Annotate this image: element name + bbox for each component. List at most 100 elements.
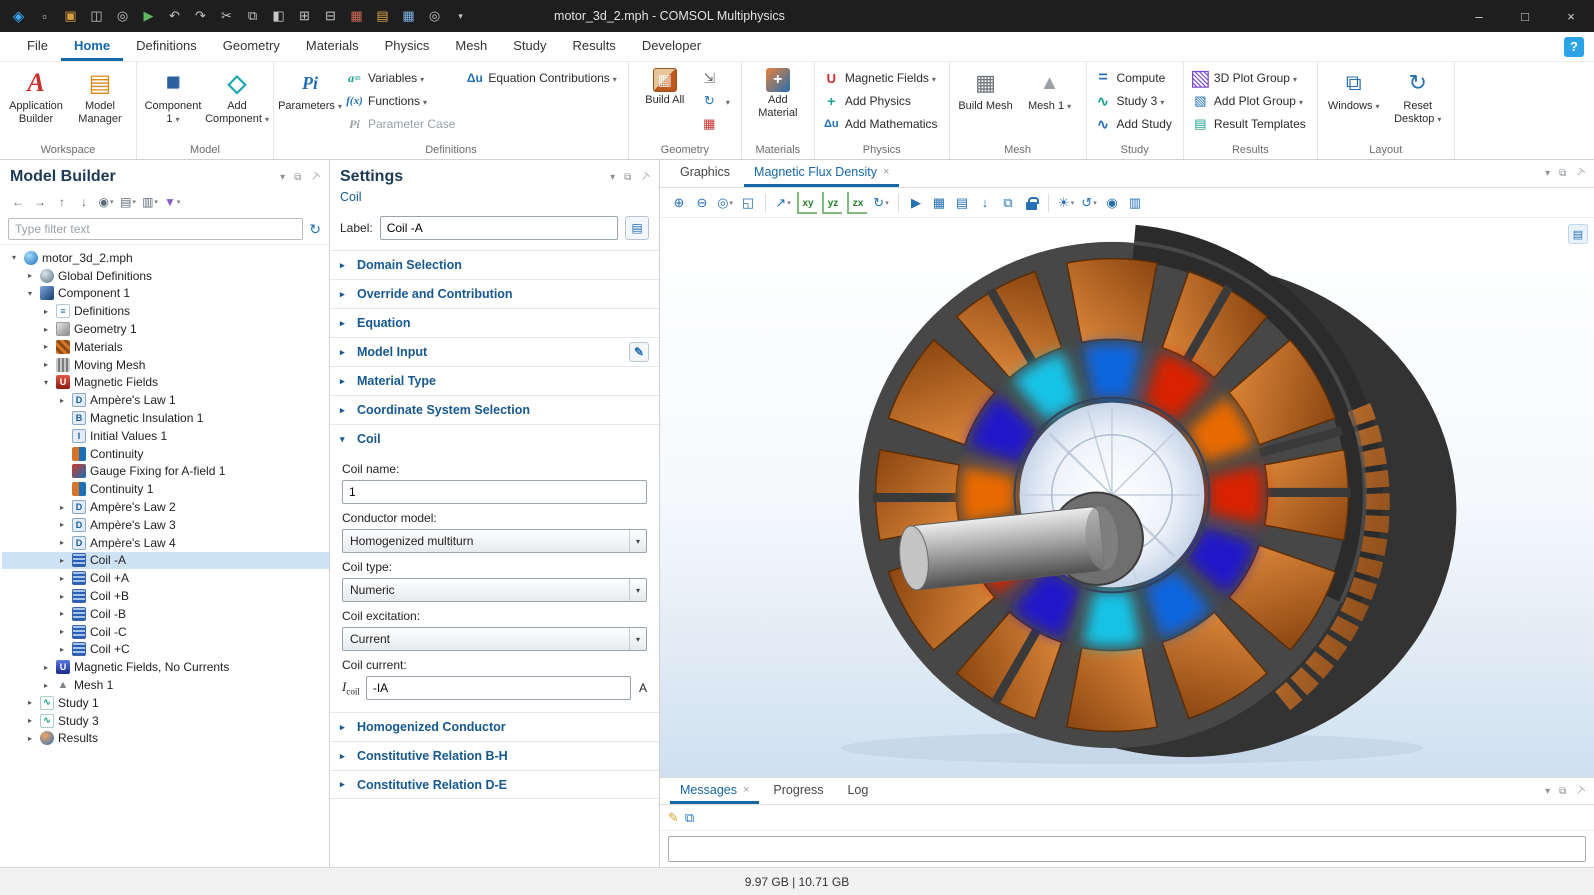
tree-item-mesh-1[interactable]: Mesh 1 <box>2 676 329 694</box>
columns-icon[interactable]: ▥▾ <box>140 192 160 212</box>
pin-panel-icon[interactable] <box>310 172 319 183</box>
tree-item-amperes-law-3[interactable]: Ampère's Law 3 <box>2 516 329 534</box>
edit-model-inputs-icon[interactable]: ✎ <box>629 342 649 362</box>
pin-panel-icon[interactable] <box>1575 168 1584 179</box>
print-icon[interactable]: ▥ <box>1124 192 1146 214</box>
view-xy-button[interactable]: xy <box>797 192 817 214</box>
tree-expander[interactable] <box>40 378 52 387</box>
rotate-view-icon[interactable]: ↻▾ <box>870 192 892 214</box>
study-3-button[interactable]: Study 3 <box>1092 90 1178 112</box>
tree-item-initial-values-1[interactable]: Initial Values 1 <box>2 427 329 445</box>
tree-item-continuity[interactable]: Continuity <box>2 445 329 463</box>
tree-item-amperes-law-1[interactable]: Ampère's Law 1 <box>2 391 329 409</box>
tab-home[interactable]: Home <box>61 32 123 61</box>
coil-type-select[interactable]: Numeric <box>342 578 647 602</box>
add-mathematics-button[interactable]: Add Mathematics <box>820 113 944 135</box>
tree-item-global-definitions[interactable]: Global Definitions <box>2 267 329 285</box>
camera-snapshot-icon[interactable]: ◉ <box>1101 192 1123 214</box>
plot-properties-icon[interactable]: ▤ <box>1568 224 1588 244</box>
cut-icon[interactable]: ✂ <box>214 3 239 29</box>
build-all-button[interactable]: Build All <box>634 65 696 110</box>
tree-item-amperes-law-4[interactable]: Ampère's Law 4 <box>2 534 329 552</box>
parameters-button[interactable]: Parameters <box>279 65 341 116</box>
save-icon[interactable]: ◫ <box>84 3 109 29</box>
refresh-icon[interactable]: ↻ <box>309 221 321 238</box>
node-text-icon[interactable]: ▤▾ <box>118 192 138 212</box>
section-homogenized-conductor[interactable]: Homogenized Conductor <box>330 712 659 741</box>
tree-expander[interactable] <box>56 627 68 636</box>
tab-physics[interactable]: Physics <box>372 32 443 61</box>
section-domain-selection[interactable]: Domain Selection <box>330 250 659 279</box>
tree-item-coil-minus-a[interactable]: Coil -A <box>2 552 329 570</box>
tab-log[interactable]: Log <box>837 778 878 804</box>
show-icon[interactable]: ◉▾ <box>96 192 116 212</box>
close-icon[interactable] <box>743 784 749 796</box>
view-yz-button[interactable]: yz <box>822 192 842 214</box>
section-model-input[interactable]: Model Input✎ <box>330 337 659 366</box>
windows-button[interactable]: Windows <box>1323 65 1385 116</box>
tree-expander[interactable] <box>24 698 36 707</box>
tab-progress[interactable]: Progress <box>763 778 833 804</box>
build-mesh-button[interactable]: Build Mesh <box>955 65 1017 116</box>
tab-study[interactable]: Study <box>500 32 559 61</box>
go-to-view-icon[interactable]: ↗▾ <box>772 192 794 214</box>
section-coordinate-system-selection[interactable]: Coordinate System Selection <box>330 395 659 424</box>
coil-name-input[interactable] <box>342 480 647 504</box>
insert-icon[interactable]: ⊞ <box>292 3 317 29</box>
tree-item-coil-plus-a[interactable]: Coil +A <box>2 569 329 587</box>
equation-contributions-button[interactable]: Equation Contributions <box>463 67 622 89</box>
tree-expander[interactable] <box>56 592 68 601</box>
tab-geometry[interactable]: Geometry <box>210 32 293 61</box>
section-equation[interactable]: Equation <box>330 308 659 337</box>
section-constitutive-relation-bh[interactable]: Constitutive Relation B-H <box>330 741 659 770</box>
tab-mesh[interactable]: Mesh <box>442 32 500 61</box>
tree-item-study-1[interactable]: Study 1 <box>2 694 329 712</box>
tree-item-magnetic-fields[interactable]: Magnetic Fields <box>2 374 329 392</box>
zoom-out-icon[interactable]: ⊖ <box>691 192 713 214</box>
tree-expander[interactable] <box>56 520 68 529</box>
tab-file[interactable]: File <box>14 32 61 61</box>
tree-item-magnetic-fields-no-currents[interactable]: Magnetic Fields, No Currents <box>2 658 329 676</box>
application-builder-button[interactable]: Application Builder <box>5 65 67 129</box>
tree-expander[interactable] <box>40 325 52 334</box>
float-panel-icon[interactable] <box>1559 786 1566 797</box>
tree-item-results[interactable]: Results <box>2 730 329 748</box>
result-templates-button[interactable]: Result Templates <box>1189 113 1312 135</box>
tree-item-geometry-1[interactable]: Geometry 1 <box>2 320 329 338</box>
run-icon[interactable]: ▶ <box>136 3 161 29</box>
help-icon[interactable]: ? <box>1564 37 1584 57</box>
tree-expander[interactable] <box>24 716 36 725</box>
pin-panel-icon[interactable] <box>640 172 649 183</box>
coil-current-input[interactable] <box>366 676 631 700</box>
3d-plot-group-button[interactable]: 3D Plot Group <box>1189 67 1312 89</box>
tree-expander[interactable] <box>24 271 36 280</box>
update-view-icon[interactable]: ↺▾ <box>1078 192 1100 214</box>
pin-panel-icon[interactable] <box>1575 786 1584 797</box>
tab-materials[interactable]: Materials <box>293 32 372 61</box>
minimize-button[interactable]: – <box>1456 0 1502 32</box>
label-input[interactable] <box>380 216 618 240</box>
tab-definitions[interactable]: Definitions <box>123 32 210 61</box>
rename-icon[interactable]: ▤ <box>625 216 649 240</box>
variables-button[interactable]: Variables <box>343 67 461 89</box>
image-snapshot-icon[interactable]: ▦ <box>928 192 950 214</box>
scene-light-icon[interactable]: ☀▾ <box>1055 192 1077 214</box>
graphics-viewport[interactable]: ▤ <box>660 218 1594 777</box>
compute-button[interactable]: Compute <box>1092 67 1178 89</box>
add-plot-group-button[interactable]: Add Plot Group <box>1189 90 1312 112</box>
section-coil[interactable]: Coil <box>330 424 659 453</box>
tree-expander[interactable] <box>40 681 52 690</box>
rebuild-button[interactable] <box>698 90 736 112</box>
preview-icon[interactable]: ◎ <box>110 3 135 29</box>
back-icon[interactable]: ← <box>8 192 28 212</box>
tree-expander[interactable] <box>40 360 52 369</box>
tree-item-coil-plus-b[interactable]: Coil +B <box>2 587 329 605</box>
reset-desktop-button[interactable]: Reset Desktop <box>1387 65 1449 129</box>
tab-graphics[interactable]: Graphics <box>670 160 740 187</box>
zoom-extents-icon[interactable]: ◱ <box>737 192 759 214</box>
import-geometry-button[interactable] <box>698 67 736 89</box>
tree-item-moving-mesh[interactable]: Moving Mesh <box>2 356 329 374</box>
delete-sequence-button[interactable] <box>698 113 736 135</box>
tree-item-magnetic-insulation-1[interactable]: Magnetic Insulation 1 <box>2 409 329 427</box>
zoom-icon[interactable]: ◎ <box>422 3 447 29</box>
